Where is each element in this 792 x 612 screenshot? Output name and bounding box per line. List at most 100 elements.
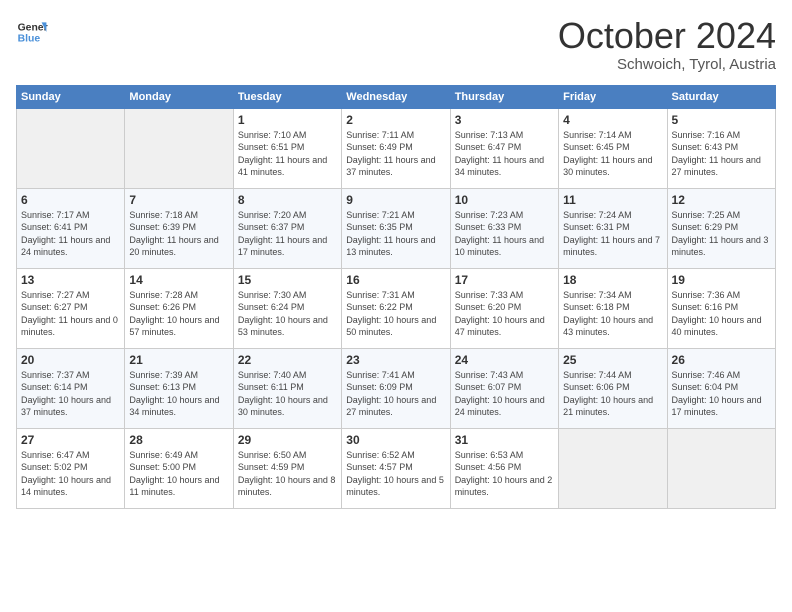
cell-info: Sunrise: 7:11 AM Sunset: 6:49 PM Dayligh… [346,129,445,179]
calendar-cell [17,108,125,188]
calendar-cell: 25 Sunrise: 7:44 AM Sunset: 6:06 PM Dayli… [559,348,667,428]
day-number: 20 [21,353,120,367]
day-number: 21 [129,353,228,367]
calendar-cell: 3Sunrise: 7:13 AM Sunset: 6:47 PM Daylig… [450,108,558,188]
logo-icon: General Blue [16,16,48,48]
col-header-thursday: Thursday [450,85,558,108]
calendar-cell: 24Sunrise: 7:43 AM Sunset: 6:07 PM Dayli… [450,348,558,428]
cell-info: Sunrise: 7:37 AM Sunset: 6:14 PM Dayligh… [21,369,120,419]
cell-info: Sunrise: 7:25 AM Sunset: 6:29 PM Dayligh… [672,209,771,259]
day-number: 9 [346,193,445,207]
day-number: 3 [455,113,554,127]
calendar-cell: 7 Sunrise: 7:18 AM Sunset: 6:39 PM Daylig… [125,188,233,268]
cell-info: Sunrise: 7:44 AM Sunset: 6:06 PM Dayligh… [563,369,662,419]
calendar-cell: 19 Sunrise: 7:36 AM Sunset: 6:16 PM Dayli… [667,268,775,348]
calendar-cell: 15 Sunrise: 7:30 AM Sunset: 6:24 PM Dayli… [233,268,341,348]
calendar-cell: 23Sunrise: 7:41 AM Sunset: 6:09 PM Dayli… [342,348,450,428]
calendar-cell: 1 Sunrise: 7:10 AM Sunset: 6:51 PM Daylig… [233,108,341,188]
cell-info: Sunrise: 6:49 AM Sunset: 5:00 PM Dayligh… [129,449,228,499]
calendar-cell: 16Sunrise: 7:31 AM Sunset: 6:22 PM Dayli… [342,268,450,348]
calendar-cell: 28Sunrise: 6:49 AM Sunset: 5:00 PM Dayli… [125,428,233,508]
col-header-saturday: Saturday [667,85,775,108]
calendar-cell: 14 Sunrise: 7:28 AM Sunset: 6:26 PM Dayli… [125,268,233,348]
title-block: October 2024 Schwoich, Tyrol, Austria [558,16,776,73]
day-number: 17 [455,273,554,287]
cell-info: Sunrise: 7:23 AM Sunset: 6:33 PM Dayligh… [455,209,554,259]
day-number: 16 [346,273,445,287]
col-header-sunday: Sunday [17,85,125,108]
week-row-3: 13Sunrise: 7:27 AM Sunset: 6:27 PM Dayli… [17,268,776,348]
day-number: 5 [672,113,771,127]
cell-info: Sunrise: 6:50 AM Sunset: 4:59 PM Dayligh… [238,449,337,499]
cell-info: Sunrise: 7:17 AM Sunset: 6:41 PM Dayligh… [21,209,120,259]
calendar-cell: 11 Sunrise: 7:24 AM Sunset: 6:31 PM Dayli… [559,188,667,268]
day-number: 27 [21,433,120,447]
calendar-cell [125,108,233,188]
cell-info: Sunrise: 7:28 AM Sunset: 6:26 PM Dayligh… [129,289,228,339]
calendar-cell: 29 Sunrise: 6:50 AM Sunset: 4:59 PM Dayli… [233,428,341,508]
day-number: 2 [346,113,445,127]
month-title: October 2024 [558,16,776,56]
cell-info: Sunrise: 7:10 AM Sunset: 6:51 PM Dayligh… [238,129,337,179]
week-row-4: 20 Sunrise: 7:37 AM Sunset: 6:14 PM Dayli… [17,348,776,428]
day-number: 1 [238,113,337,127]
calendar-cell: 27 Sunrise: 6:47 AM Sunset: 5:02 PM Dayli… [17,428,125,508]
cell-info: Sunrise: 6:52 AM Sunset: 4:57 PM Dayligh… [346,449,445,499]
week-row-2: 6 Sunrise: 7:17 AM Sunset: 6:41 PM Daylig… [17,188,776,268]
svg-text:Blue: Blue [18,34,41,45]
calendar-cell: 30 Sunrise: 6:52 AM Sunset: 4:57 PM Dayli… [342,428,450,508]
calendar-cell: 4Sunrise: 7:14 AM Sunset: 6:45 PM Daylig… [559,108,667,188]
day-number: 29 [238,433,337,447]
calendar-cell: 31Sunrise: 6:53 AM Sunset: 4:56 PM Dayli… [450,428,558,508]
calendar-cell: 6 Sunrise: 7:17 AM Sunset: 6:41 PM Daylig… [17,188,125,268]
calendar-cell: 22 Sunrise: 7:40 AM Sunset: 6:11 PM Dayli… [233,348,341,428]
calendar-cell: 9 Sunrise: 7:21 AM Sunset: 6:35 PM Daylig… [342,188,450,268]
cell-info: Sunrise: 7:46 AM Sunset: 6:04 PM Dayligh… [672,369,771,419]
cell-info: Sunrise: 7:40 AM Sunset: 6:11 PM Dayligh… [238,369,337,419]
calendar-cell: 2 Sunrise: 7:11 AM Sunset: 6:49 PM Daylig… [342,108,450,188]
cell-info: Sunrise: 7:21 AM Sunset: 6:35 PM Dayligh… [346,209,445,259]
day-number: 22 [238,353,337,367]
day-number: 10 [455,193,554,207]
calendar-cell: 13Sunrise: 7:27 AM Sunset: 6:27 PM Dayli… [17,268,125,348]
calendar-cell: 8Sunrise: 7:20 AM Sunset: 6:37 PM Daylig… [233,188,341,268]
day-number: 11 [563,193,662,207]
col-header-tuesday: Tuesday [233,85,341,108]
day-number: 30 [346,433,445,447]
day-number: 25 [563,353,662,367]
col-header-monday: Monday [125,85,233,108]
calendar-cell: 12 Sunrise: 7:25 AM Sunset: 6:29 PM Dayli… [667,188,775,268]
cell-info: Sunrise: 6:47 AM Sunset: 5:02 PM Dayligh… [21,449,120,499]
cell-info: Sunrise: 7:24 AM Sunset: 6:31 PM Dayligh… [563,209,662,259]
cell-info: Sunrise: 7:14 AM Sunset: 6:45 PM Dayligh… [563,129,662,179]
cell-info: Sunrise: 7:39 AM Sunset: 6:13 PM Dayligh… [129,369,228,419]
day-number: 7 [129,193,228,207]
cell-info: Sunrise: 7:41 AM Sunset: 6:09 PM Dayligh… [346,369,445,419]
day-number: 31 [455,433,554,447]
calendar-cell: 17 Sunrise: 7:33 AM Sunset: 6:20 PM Dayli… [450,268,558,348]
logo: General Blue [16,16,48,48]
day-number: 19 [672,273,771,287]
cell-info: Sunrise: 7:18 AM Sunset: 6:39 PM Dayligh… [129,209,228,259]
calendar-cell: 18 Sunrise: 7:34 AM Sunset: 6:18 PM Dayli… [559,268,667,348]
day-number: 13 [21,273,120,287]
calendar-cell: 5Sunrise: 7:16 AM Sunset: 6:43 PM Daylig… [667,108,775,188]
day-number: 12 [672,193,771,207]
calendar-cell: 26 Sunrise: 7:46 AM Sunset: 6:04 PM Dayli… [667,348,775,428]
day-number: 15 [238,273,337,287]
day-number: 8 [238,193,337,207]
day-number: 14 [129,273,228,287]
cell-info: Sunrise: 7:33 AM Sunset: 6:20 PM Dayligh… [455,289,554,339]
calendar-cell: 10 Sunrise: 7:23 AM Sunset: 6:33 PM Dayli… [450,188,558,268]
calendar-table: SundayMondayTuesdayWednesdayThursdayFrid… [16,85,776,509]
day-number: 6 [21,193,120,207]
calendar-cell [667,428,775,508]
day-number: 18 [563,273,662,287]
cell-info: Sunrise: 7:36 AM Sunset: 6:16 PM Dayligh… [672,289,771,339]
cell-info: Sunrise: 7:34 AM Sunset: 6:18 PM Dayligh… [563,289,662,339]
week-row-5: 27 Sunrise: 6:47 AM Sunset: 5:02 PM Dayli… [17,428,776,508]
header-row: SundayMondayTuesdayWednesdayThursdayFrid… [17,85,776,108]
cell-info: Sunrise: 7:30 AM Sunset: 6:24 PM Dayligh… [238,289,337,339]
day-number: 26 [672,353,771,367]
page-header: General Blue October 2024 Schwoich, Tyro… [16,16,776,73]
